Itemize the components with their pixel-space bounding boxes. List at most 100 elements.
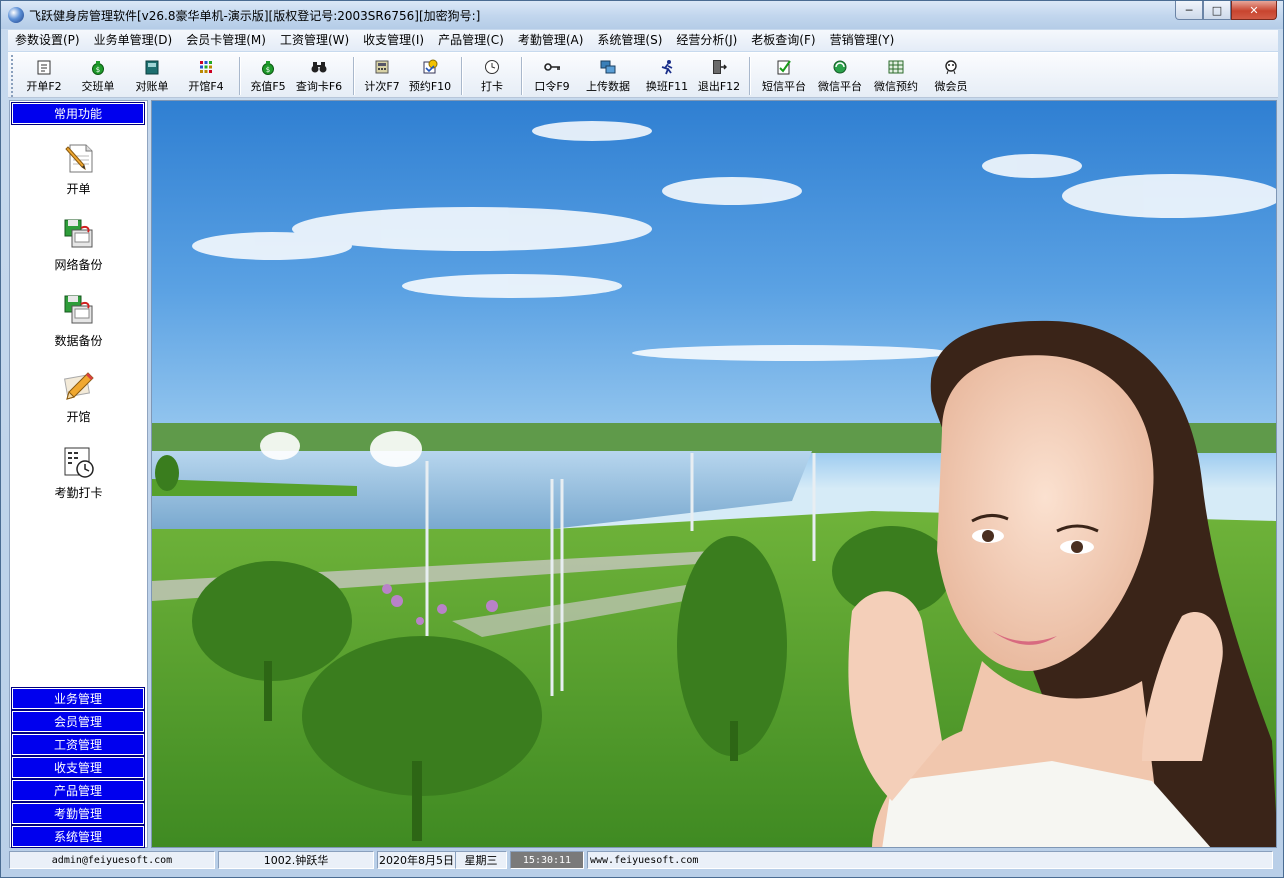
count-times-button[interactable]: 计次F7 — [360, 53, 404, 97]
group-products[interactable]: 产品管理 — [11, 779, 145, 802]
group-attendance[interactable]: 考勤管理 — [11, 802, 145, 825]
group-business[interactable]: 业务管理 — [11, 687, 145, 710]
shift-handover-button[interactable]: $ 交班单 — [70, 53, 126, 97]
open-venue-button[interactable]: 开馆F4 — [178, 53, 234, 97]
minimize-button[interactable]: ─ — [1175, 1, 1203, 20]
shortcut-attendance-clock[interactable]: 考勤打卡 — [10, 445, 147, 501]
wechat-reserve-label: 微信预约 — [874, 80, 918, 93]
count-times-label: 计次F7 — [364, 80, 400, 93]
window-controls: ─ □ ✕ — [1175, 1, 1277, 21]
reconcile-label: 对账单 — [135, 80, 169, 93]
key-icon — [544, 59, 560, 75]
sms-platform-label: 短信平台 — [762, 80, 806, 93]
running-man-icon — [659, 59, 675, 75]
close-icon: ✕ — [1249, 3, 1259, 17]
micro-member-label: 微会员 — [934, 80, 968, 93]
menu-analysis[interactable]: 经营分析(J) — [669, 30, 744, 51]
status-operator: 1002.钟跃华 — [218, 851, 374, 869]
menu-products[interactable]: 产品管理(C) — [431, 30, 511, 51]
calculator-icon — [374, 59, 390, 75]
shortcut-network-backup[interactable]: 网络备份 — [10, 217, 147, 273]
computer-network-icon — [600, 59, 616, 75]
password-label: 口令F9 — [534, 80, 570, 93]
recharge-button[interactable]: $ 充值F5 — [246, 53, 290, 97]
query-card-button[interactable]: 查询卡F6 — [290, 53, 348, 97]
group-income-expense[interactable]: 收支管理 — [11, 756, 145, 779]
shortcut-data-backup-label: 数据备份 — [54, 334, 103, 348]
micro-member-button[interactable]: 微会员 — [924, 53, 978, 97]
toolbar: 开单F2 $ 交班单 对账单 开馆F4 $ 充值F5 查询卡F6 计次F7 预约… — [8, 52, 1278, 98]
maximize-button[interactable]: □ — [1203, 1, 1231, 20]
refresh-globe-icon — [832, 59, 848, 75]
menu-boss-query[interactable]: 老板查询(F) — [744, 30, 822, 51]
menu-system[interactable]: 系统管理(S) — [590, 30, 669, 51]
money-bag-icon: $ — [90, 59, 106, 75]
menu-attendance[interactable]: 考勤管理(A) — [511, 30, 591, 51]
clock-card-icon — [64, 447, 94, 478]
shortcut-attendance-clock-label: 考勤打卡 — [54, 486, 103, 500]
clock-in-button[interactable]: 打卡 — [468, 53, 516, 97]
toolbar-separator — [521, 57, 523, 95]
status-weekday: 星期三 — [455, 851, 507, 869]
group-system[interactable]: 系统管理 — [11, 825, 145, 848]
maximize-icon: □ — [1211, 3, 1223, 17]
menu-income-expense[interactable]: 收支管理(I) — [356, 30, 431, 51]
reserve-button[interactable]: 预约F10 — [404, 53, 456, 97]
ledger-icon — [144, 59, 160, 75]
exit-label: 退出F12 — [697, 80, 741, 93]
exit-door-icon — [711, 59, 727, 75]
toolbar-grip[interactable] — [11, 55, 18, 97]
switch-shift-label: 换班F11 — [645, 80, 689, 93]
menu-params[interactable]: 参数设置(P) — [8, 30, 87, 51]
grid-icon — [198, 59, 214, 75]
reconcile-button[interactable]: 对账单 — [126, 53, 178, 97]
toolbar-separator — [239, 57, 241, 95]
wechat-reserve-button[interactable]: 微信预约 — [868, 53, 924, 97]
exit-button[interactable]: 退出F12 — [694, 53, 744, 97]
window-title: 飞跃健身房管理软件[v26.8豪华单机-演示版][版权登记号:2003SR675… — [29, 9, 481, 23]
reserve-label: 预约F10 — [408, 80, 452, 93]
pencil-paper-icon — [64, 144, 92, 173]
open-venue-label: 开馆F4 — [188, 80, 224, 93]
toolbar-separator — [353, 57, 355, 95]
shortcut-open-bill-label: 开单 — [66, 182, 91, 196]
svg-text:$: $ — [96, 66, 100, 74]
bill-icon — [36, 59, 52, 75]
sidebar-header[interactable]: 常用功能 — [11, 102, 145, 125]
shortcut-open-venue-label: 开馆 — [66, 410, 91, 424]
menu-member-cards[interactable]: 会员卡管理(M) — [179, 30, 273, 51]
group-salary[interactable]: 工资管理 — [11, 733, 145, 756]
menu-business-bills[interactable]: 业务单管理(D) — [87, 30, 180, 51]
background-image — [151, 100, 1277, 848]
network-backup-icon — [64, 219, 92, 248]
pencil-icon — [63, 372, 94, 400]
binoculars-icon — [311, 59, 327, 75]
status-time: 15:30:11 — [510, 851, 584, 869]
switch-shift-button[interactable]: 换班F11 — [640, 53, 694, 97]
sms-platform-button[interactable]: 短信平台 — [756, 53, 812, 97]
upload-data-button[interactable]: 上传数据 — [576, 53, 640, 97]
shortcut-network-backup-label: 网络备份 — [54, 258, 103, 272]
shift-handover-label: 交班单 — [81, 80, 115, 93]
open-bill-button[interactable]: 开单F2 — [18, 53, 70, 97]
minimize-icon: ─ — [1185, 3, 1193, 17]
data-backup-icon — [64, 295, 92, 324]
menu-salary[interactable]: 工资管理(W) — [273, 30, 356, 51]
clock-icon — [484, 59, 500, 75]
recharge-label: 充值F5 — [250, 80, 286, 93]
password-button[interactable]: 口令F9 — [528, 53, 576, 97]
status-website[interactable]: www.feiyuesoft.com — [587, 851, 1273, 869]
title-bar: 飞跃健身房管理软件[v26.8豪华单机-演示版][版权登记号:2003SR675… — [1, 1, 1283, 29]
close-button[interactable]: ✕ — [1231, 1, 1277, 20]
shortcut-data-backup[interactable]: 数据备份 — [10, 293, 147, 349]
group-member[interactable]: 会员管理 — [11, 710, 145, 733]
app-logo-icon[interactable] — [8, 7, 24, 23]
sidebar: 常用功能 开单 网络备份 数据备份 开馆 考勤打卡 业务管理 会员管理 工资管理… — [9, 100, 148, 848]
menu-marketing[interactable]: 营销管理(Y) — [823, 30, 902, 51]
status-date: 2020年8月5日 — [377, 851, 455, 869]
reservation-icon — [422, 59, 438, 75]
upload-data-label: 上传数据 — [586, 80, 630, 93]
wechat-platform-button[interactable]: 微信平台 — [812, 53, 868, 97]
shortcut-open-venue[interactable]: 开馆 — [10, 369, 147, 425]
shortcut-open-bill[interactable]: 开单 — [10, 141, 147, 197]
